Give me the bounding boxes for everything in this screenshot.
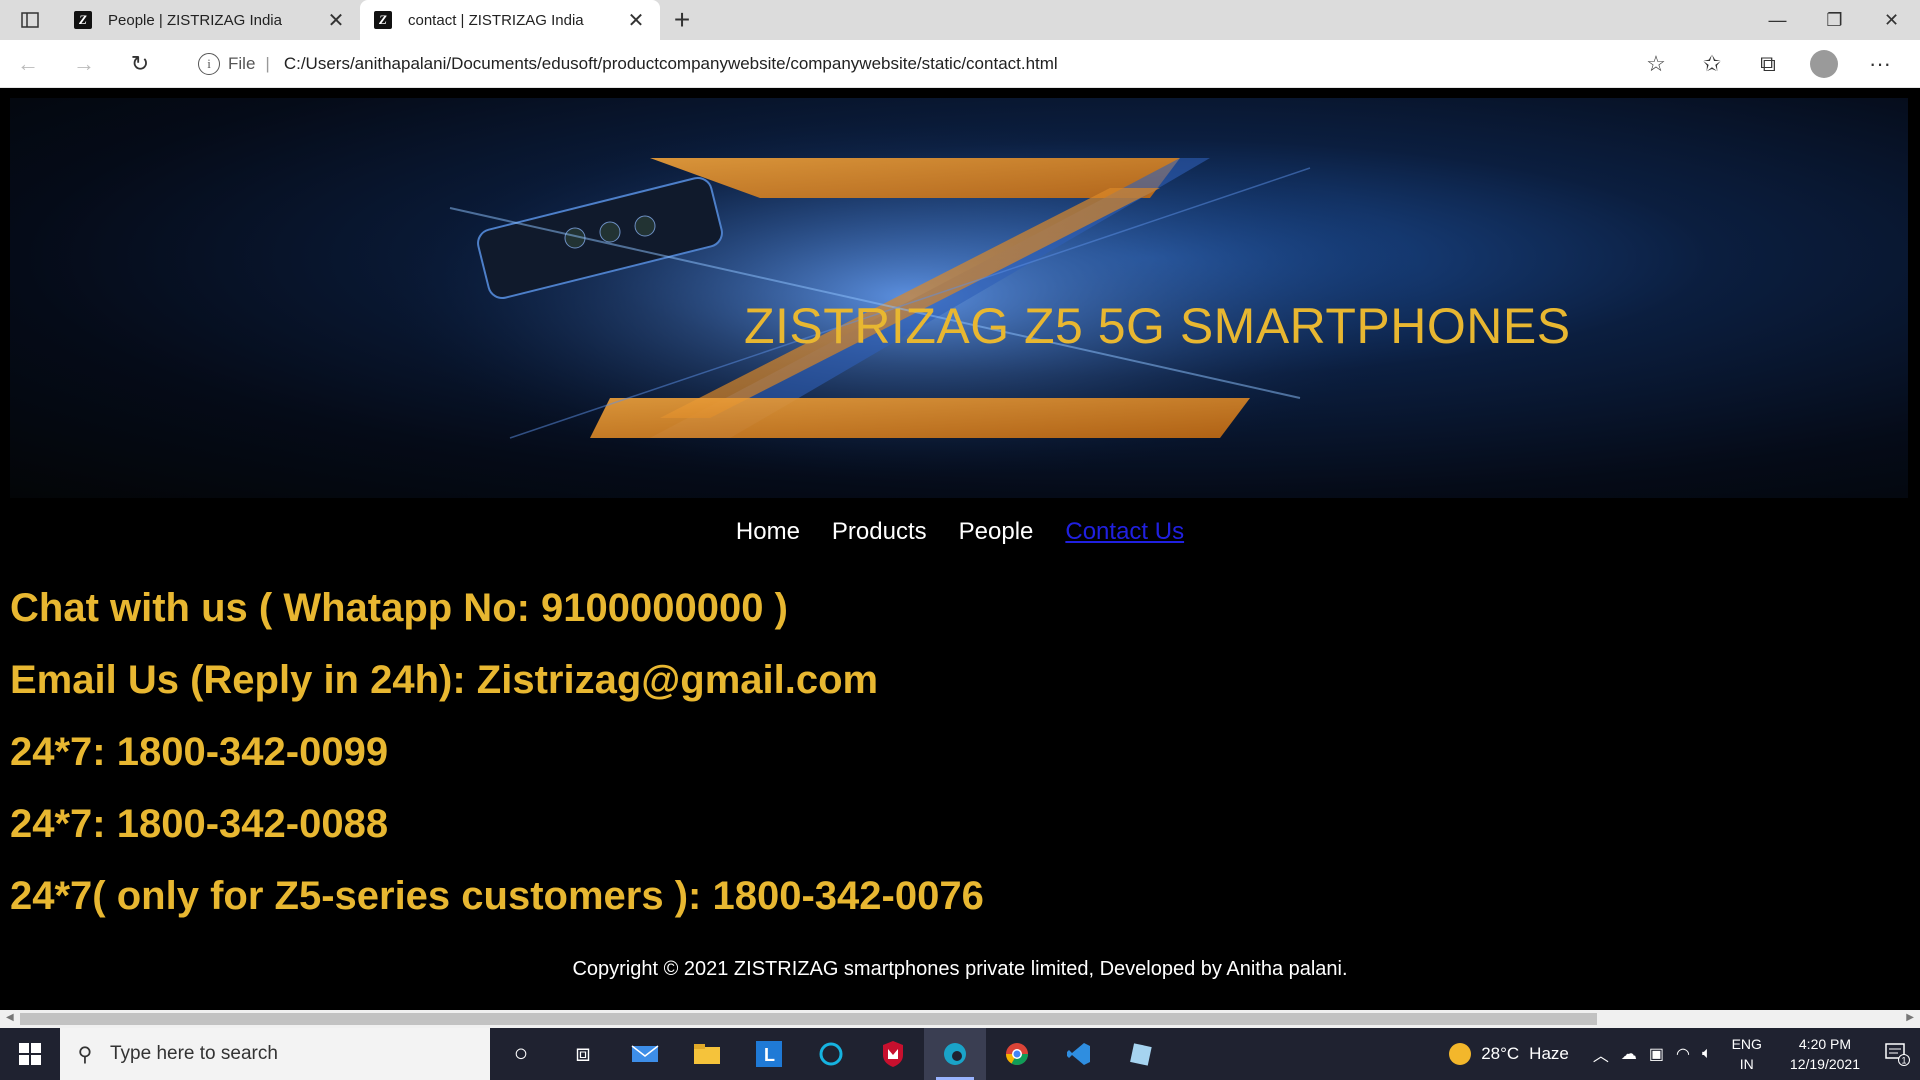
address-bar[interactable]: i File | C:/Users/anithapalani/Documents…: [180, 46, 1680, 82]
chrome-icon[interactable]: [986, 1028, 1048, 1080]
nav-people-link[interactable]: People: [959, 518, 1034, 546]
system-tray: 28°C Haze ︿ ☁ ▣ ◠ 🔈︎ ENG IN 4:20 PM 12/1…: [1449, 1028, 1920, 1080]
windows-taskbar: ⚲ Type here to search ○ ⧈ L 28°C Haze ︿ …: [0, 1028, 1920, 1080]
notification-center-icon[interactable]: 1: [1874, 1028, 1920, 1080]
task-view-icon[interactable]: ⧈: [552, 1028, 614, 1080]
back-arrow-icon[interactable]: ←: [0, 40, 56, 88]
horizontal-scrollbar[interactable]: ◀ ▶: [0, 1010, 1920, 1028]
lang-region: IN: [1739, 1056, 1754, 1072]
haze-sun-icon: [1449, 1043, 1472, 1065]
contact-phone-2: 24*7: 1800-342-0088: [10, 802, 389, 846]
browser-tab-strip: Z People | ZISTRIZAG India ✕ Z contact |…: [0, 0, 1920, 40]
favorites-icon[interactable]: ✩: [1684, 51, 1740, 77]
forward-arrow-icon[interactable]: →: [56, 40, 112, 88]
minimize-icon[interactable]: —: [1749, 0, 1806, 40]
web-page: ZISTRIZAG Z5 5G SMARTPHONES Home Product…: [0, 88, 1920, 1010]
display-icon[interactable]: ▣: [1649, 1044, 1664, 1064]
input-language[interactable]: ENG IN: [1732, 1034, 1762, 1074]
contact-chat: Chat with us ( Whatapp No: 9100000000 ): [10, 586, 788, 630]
tab-close-icon[interactable]: ✕: [626, 8, 646, 33]
toolbar-right-icons: ☆ ✩ ⧉ ···: [1628, 40, 1908, 88]
more-menu-icon[interactable]: ···: [1852, 51, 1908, 77]
profile-avatar[interactable]: [1810, 50, 1838, 78]
show-hidden-icons-chevron-icon[interactable]: ︿: [1593, 1042, 1609, 1066]
launcher-l-icon[interactable]: L: [738, 1028, 800, 1080]
close-window-icon[interactable]: ✕: [1863, 0, 1920, 40]
lang-code: ENG: [1731, 1036, 1762, 1052]
weather-temp: 28°C: [1481, 1044, 1520, 1063]
scrollbar-thumb[interactable]: [20, 1013, 1597, 1025]
weather-condition: Haze: [1529, 1044, 1569, 1063]
volume-icon[interactable]: 🔈︎: [1702, 1045, 1712, 1063]
site-favicon-icon: Z: [74, 11, 92, 29]
clock-date: 12/19/2021: [1789, 1056, 1860, 1072]
page-footer: Copyright © 2021 ZISTRIZAG smartphones p…: [572, 958, 1348, 980]
tab-actions-button[interactable]: [0, 0, 60, 40]
tab-contact[interactable]: Z contact | ZISTRIZAG India ✕: [360, 0, 660, 40]
contact-phone-1: 24*7: 1800-342-0099: [10, 730, 389, 774]
svg-text:L: L: [764, 1045, 775, 1065]
scheme-label: File: [228, 54, 256, 73]
banner-title: ZISTRIZAG Z5 5G SMARTPHONES: [744, 298, 1571, 354]
new-tab-button[interactable]: +: [660, 0, 704, 40]
tab-close-icon[interactable]: ✕: [326, 8, 346, 33]
vscode-icon[interactable]: [1048, 1028, 1110, 1080]
file-explorer-icon[interactable]: [676, 1028, 738, 1080]
info-icon[interactable]: i: [198, 53, 220, 75]
tab-actions-icon: [21, 12, 39, 28]
scroll-right-arrow-icon[interactable]: ▶: [1906, 1012, 1914, 1023]
scroll-left-arrow-icon[interactable]: ◀: [6, 1012, 14, 1023]
notepad-icon[interactable]: [1110, 1028, 1172, 1080]
alexa-ring-icon[interactable]: [800, 1028, 862, 1080]
nav-products-link[interactable]: Products: [832, 518, 927, 546]
weather-widget[interactable]: 28°C Haze: [1449, 1043, 1569, 1065]
refresh-icon[interactable]: ↻: [112, 40, 168, 88]
restore-icon[interactable]: ❐: [1806, 0, 1863, 40]
mcafee-icon[interactable]: [862, 1028, 924, 1080]
contact-email: Email Us (Reply in 24h): Zistrizag@gmail…: [10, 658, 879, 702]
onedrive-cloud-icon[interactable]: ☁: [1621, 1044, 1637, 1064]
add-favorite-icon[interactable]: ☆: [1628, 51, 1684, 77]
clock-time: 4:20 PM: [1798, 1036, 1852, 1052]
site-favicon-icon: Z: [374, 11, 392, 29]
tab-title: People | ZISTRIZAG India: [108, 11, 282, 29]
tab-people[interactable]: Z People | ZISTRIZAG India ✕: [60, 0, 360, 40]
cortana-icon[interactable]: ○: [490, 1028, 552, 1080]
wifi-icon[interactable]: ◠: [1676, 1044, 1690, 1064]
tab-title: contact | ZISTRIZAG India: [408, 11, 584, 29]
nav-home-link[interactable]: Home: [736, 518, 800, 546]
windows-logo-icon: [19, 1043, 41, 1065]
mail-icon[interactable]: [614, 1028, 676, 1080]
search-placeholder: Type here to search: [110, 1043, 278, 1064]
notification-count: 1: [1902, 1056, 1907, 1066]
window-controls: — ❐ ✕: [1749, 0, 1920, 40]
taskbar-search-box[interactable]: ⚲ Type here to search: [60, 1028, 490, 1080]
contact-phone-3: 24*7( only for Z5-series customers ): 18…: [10, 874, 984, 918]
browser-toolbar: ← → ↻ i File | C:/Users/anithapalani/Doc…: [0, 40, 1920, 88]
site-nav: Home Products People Contact Us: [0, 518, 1920, 546]
search-icon: ⚲: [77, 1043, 93, 1066]
collections-icon[interactable]: ⧉: [1740, 51, 1796, 77]
edge-browser-icon[interactable]: [924, 1028, 986, 1080]
address-separator: |: [265, 54, 270, 73]
url-text: C:/Users/anithapalani/Documents/edusoft/…: [283, 54, 1058, 73]
system-clock[interactable]: 4:20 PM 12/19/2021: [1790, 1034, 1860, 1074]
hero-banner: ZISTRIZAG Z5 5G SMARTPHONES: [10, 98, 1908, 498]
start-button[interactable]: [0, 1028, 60, 1080]
nav-contact-link[interactable]: Contact Us: [1065, 518, 1184, 546]
